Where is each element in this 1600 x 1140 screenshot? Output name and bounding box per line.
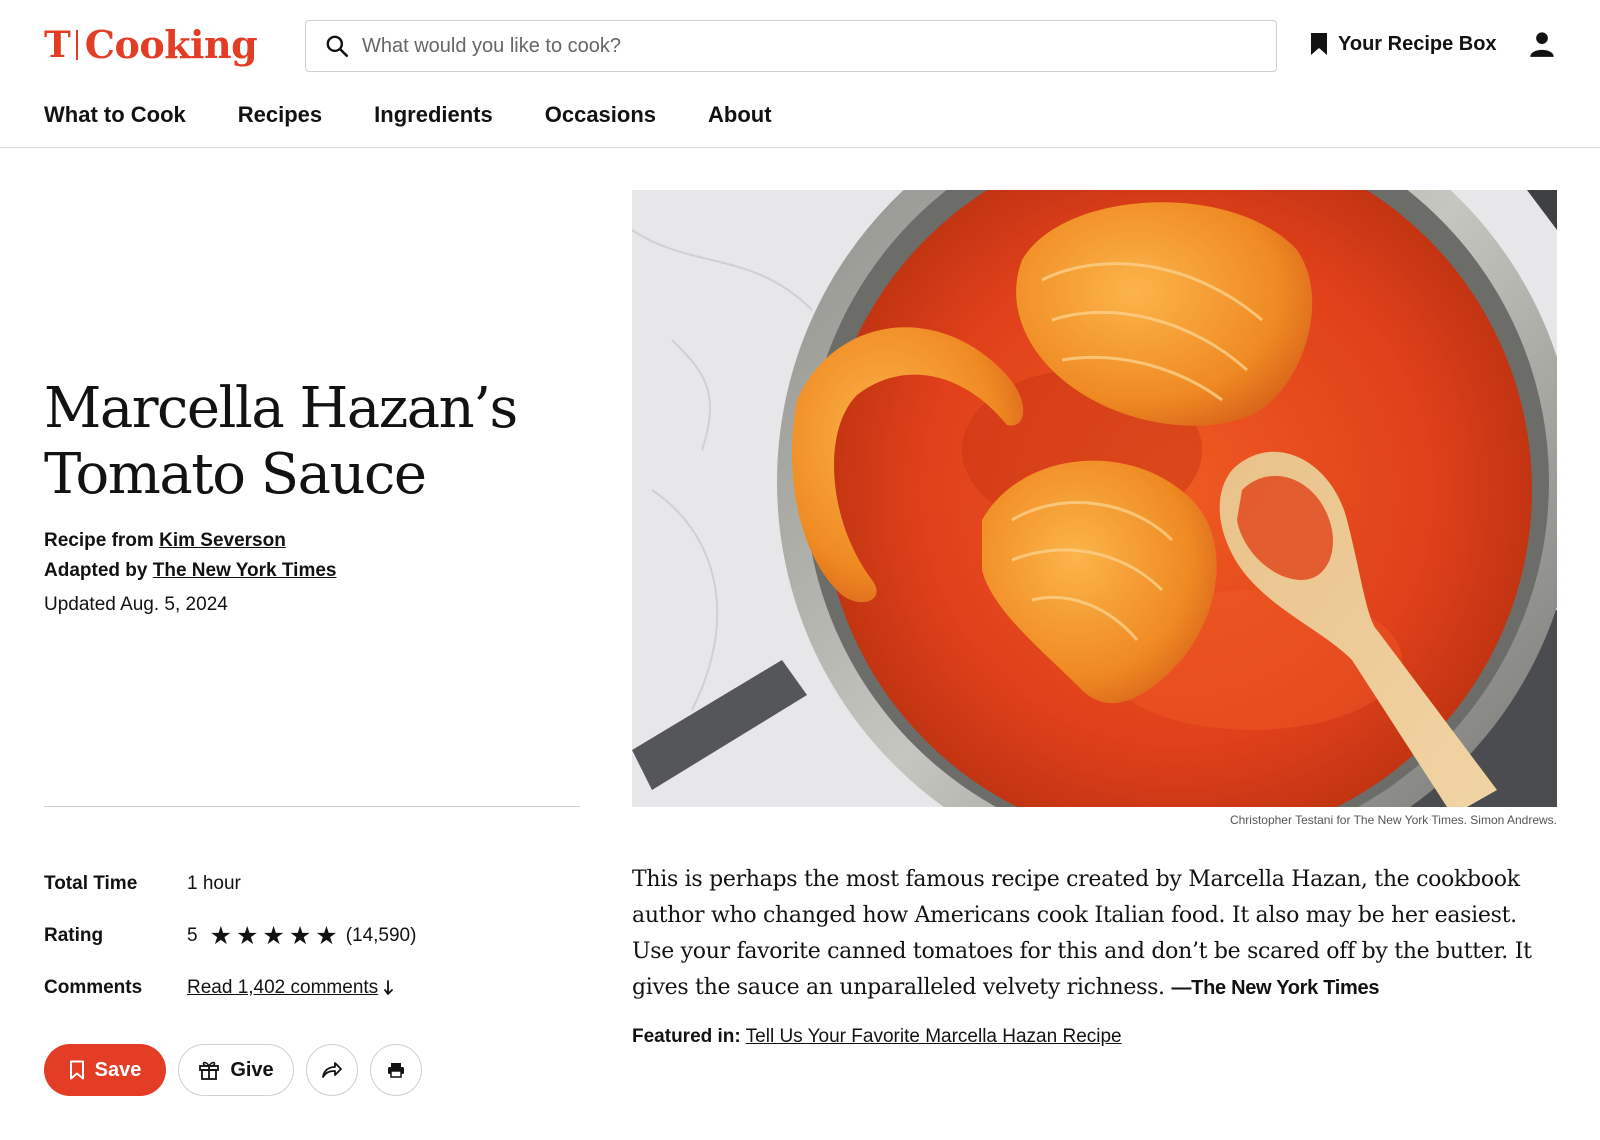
adapted-by-link[interactable]: The New York Times [153, 560, 337, 581]
gift-icon [199, 1061, 220, 1080]
adapted-by: Adapted by The New York Times [44, 556, 336, 586]
recipe-actions: Save Give [44, 1044, 422, 1096]
nav-item-what-to-cook[interactable]: What to Cook [44, 96, 186, 134]
adapted-by-label: Adapted by [44, 560, 148, 581]
save-button-label: Save [94, 1058, 142, 1081]
featured-in-label: Featured in: [632, 1026, 741, 1047]
arrow-down-icon [384, 980, 394, 995]
share-icon [322, 1062, 342, 1078]
search-bar[interactable] [305, 20, 1277, 72]
nav-item-about[interactable]: About [708, 96, 772, 134]
description-text: This is perhaps the most famous recipe c… [632, 867, 1532, 1000]
rating-row: Rating 5 ★ ★ ★ ★ ★ (14,590) [44, 910, 416, 962]
recipe-box-link[interactable]: Your Recipe Box [1310, 28, 1497, 60]
rating-count: (14,590) [345, 925, 417, 946]
recipe-description: This is perhaps the most famous recipe c… [632, 862, 1562, 1006]
star-icon: ★ [288, 922, 312, 950]
photo-credit: Christopher Testani for The New York Tim… [1229, 813, 1557, 827]
site-header: T Cooking Your Recipe Box What to Cook R… [0, 0, 1600, 148]
total-time-label: Total Time [44, 873, 138, 894]
rating-stars: ★ ★ ★ ★ ★ [210, 921, 338, 951]
give-button-label: Give [230, 1058, 274, 1081]
star-icon: ★ [209, 922, 232, 950]
comments-label: Comments [44, 977, 143, 998]
search-icon [326, 35, 349, 58]
rating-value-group[interactable]: 5 ★ ★ ★ ★ ★ (14,590) [187, 921, 416, 951]
recipe-hero-image [632, 190, 1557, 807]
section-divider [44, 806, 580, 807]
recipe-title-line-2: Tomato Sauce [44, 442, 427, 507]
comments-link-group[interactable]: Read 1,402 comments [187, 977, 398, 999]
recipe-stats: Total Time 1 hour Rating 5 ★ ★ ★ ★ ★ (14… [44, 858, 416, 1014]
recipe-title-line-1: Marcella Hazan’s [44, 376, 518, 441]
logo-divider [75, 30, 78, 60]
total-time-row: Total Time 1 hour [44, 858, 416, 910]
nav-item-ingredients[interactable]: Ingredients [374, 96, 493, 134]
give-button[interactable]: Give [178, 1044, 294, 1096]
rating-value: 5 [187, 925, 198, 946]
featured-in-link[interactable]: Tell Us Your Favorite Marcella Hazan Rec… [746, 1026, 1122, 1047]
nyt-t-logo-icon: T [44, 24, 71, 66]
print-button[interactable] [370, 1044, 422, 1096]
nav-item-recipes[interactable]: Recipes [238, 96, 322, 134]
account-icon[interactable] [1528, 30, 1556, 58]
author-link[interactable]: Kim Severson [159, 530, 286, 551]
star-icon: ★ [262, 922, 285, 950]
recipe-from-label: Recipe from [44, 530, 154, 551]
bookmark-outline-icon [69, 1060, 84, 1080]
save-button[interactable]: Save [44, 1044, 166, 1096]
total-time-value: 1 hour [187, 873, 241, 894]
description-source: —The New York Times [1171, 977, 1380, 999]
comments-row: Comments Read 1,402 comments [44, 962, 416, 1014]
bookmark-icon [1311, 33, 1327, 55]
print-icon [388, 1063, 404, 1078]
share-button[interactable] [306, 1044, 358, 1096]
updated-date: Updated Aug. 5, 2024 [44, 594, 228, 615]
star-icon: ★ [315, 922, 338, 950]
search-input[interactable] [362, 34, 1242, 58]
cooking-logo[interactable]: T Cooking [44, 22, 258, 68]
featured-in: Featured in: Tell Us Your Favorite Marce… [632, 1026, 1122, 1048]
rating-label: Rating [44, 925, 104, 946]
recipe-from: Recipe from Kim Severson [44, 526, 336, 556]
main-nav: What to Cook Recipes Ingredients Occasio… [44, 96, 772, 134]
nav-item-occasions[interactable]: Occasions [545, 96, 656, 134]
logo-text: Cooking [84, 22, 258, 67]
recipe-box-label: Your Recipe Box [1338, 32, 1497, 55]
read-comments-link[interactable]: Read 1,402 comments [187, 977, 378, 999]
recipe-byline: Recipe from Kim Severson Adapted by The … [44, 526, 336, 586]
star-icon: ★ [236, 922, 259, 950]
tomato-sauce-photo [632, 190, 1557, 807]
recipe-title: Marcella Hazan’s Tomato Sauce [44, 376, 584, 508]
